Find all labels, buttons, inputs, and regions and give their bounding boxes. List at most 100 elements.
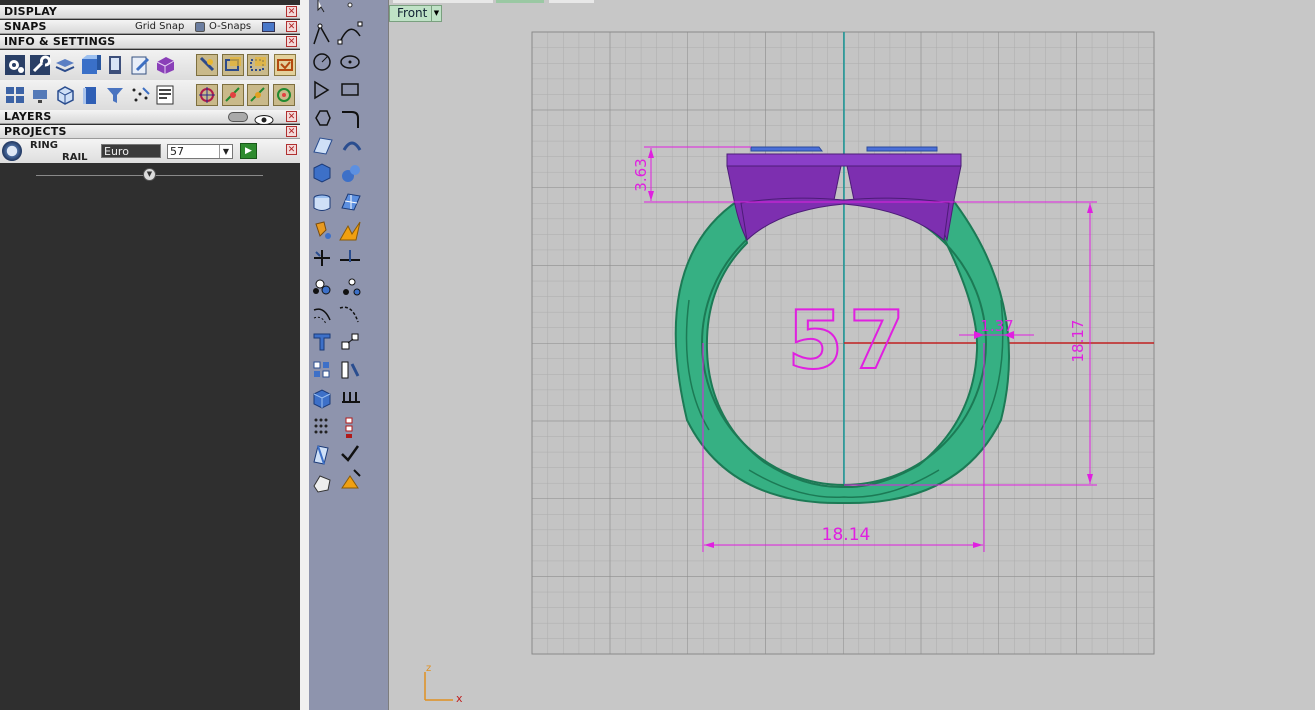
ring-icon[interactable] bbox=[2, 141, 22, 161]
control-points-icon[interactable] bbox=[345, 417, 353, 438]
trim-tool-icon[interactable] bbox=[314, 250, 330, 266]
snaps-title: SNAPS bbox=[4, 20, 47, 33]
point-cloud-icon[interactable] bbox=[129, 84, 151, 106]
window-select-icon[interactable] bbox=[222, 54, 244, 76]
split-tool-icon[interactable] bbox=[340, 250, 360, 262]
document-box-icon[interactable] bbox=[79, 54, 101, 76]
circle-tool-icon[interactable] bbox=[313, 53, 331, 71]
book-icon[interactable] bbox=[79, 84, 101, 106]
mirror-tool-icon[interactable] bbox=[341, 361, 360, 379]
surface-grid-icon[interactable] bbox=[341, 193, 361, 211]
solid-box-icon[interactable] bbox=[313, 389, 331, 409]
projects-header[interactable]: PROJECTS ✕ bbox=[0, 125, 300, 139]
osnaps-toggle[interactable]: O-Snaps bbox=[209, 20, 251, 34]
text-tool-icon[interactable] bbox=[313, 333, 331, 351]
render-cube-icon[interactable] bbox=[154, 54, 176, 76]
viewport-layout-icon[interactable] bbox=[4, 84, 26, 106]
rectangle-tool-icon[interactable] bbox=[341, 83, 359, 96]
check-icon[interactable] bbox=[341, 445, 360, 462]
tools-wrench-icon[interactable] bbox=[29, 54, 51, 76]
scale-tool-icon[interactable] bbox=[341, 333, 359, 350]
surface-plane-icon[interactable] bbox=[313, 137, 333, 155]
snap-info-icon[interactable] bbox=[262, 22, 275, 32]
layers-close-icon[interactable]: ✕ bbox=[286, 111, 297, 122]
settings-toolbar-row2 bbox=[0, 80, 300, 110]
bend-tool-icon[interactable] bbox=[342, 141, 362, 151]
info-header[interactable]: INFO & SETTINGS ✕ bbox=[0, 35, 300, 49]
axis-widget-icon: z x bbox=[424, 663, 463, 705]
point-icon[interactable] bbox=[347, 2, 353, 8]
apply-play-button[interactable]: ▶ bbox=[240, 143, 257, 159]
layer-toggle-icon[interactable] bbox=[228, 112, 248, 122]
ring-size-select[interactable]: 57 ▼ bbox=[167, 144, 233, 159]
settings-toolbar-row1 bbox=[0, 50, 300, 80]
dimension-inner-height-label: 18.17 bbox=[1069, 320, 1087, 363]
offset-curve-icon[interactable] bbox=[313, 308, 331, 325]
group-tool-icon[interactable] bbox=[313, 279, 331, 295]
sphere-solid-icon[interactable] bbox=[342, 165, 360, 182]
ring-size-value: 57 bbox=[170, 145, 184, 158]
ring-label: RING bbox=[30, 140, 58, 151]
layers-stack-icon[interactable] bbox=[54, 54, 76, 76]
info-title: INFO & SETTINGS bbox=[4, 35, 116, 48]
projects-close-icon[interactable]: ✕ bbox=[286, 126, 297, 137]
pipe-tool-icon[interactable] bbox=[313, 445, 329, 465]
grid-snap-toggle[interactable]: Grid Snap bbox=[135, 20, 184, 34]
properties-list-icon[interactable] bbox=[154, 84, 176, 106]
projects-title: PROJECTS bbox=[4, 125, 67, 138]
tool-icons bbox=[313, 0, 363, 493]
axis-x-label: x bbox=[456, 692, 463, 705]
snaps-close-icon[interactable]: ✕ bbox=[286, 21, 297, 32]
paint-bucket-icon[interactable] bbox=[341, 469, 361, 489]
info-close-icon[interactable]: ✕ bbox=[286, 36, 297, 47]
chevron-down-icon[interactable]: ▼ bbox=[219, 145, 232, 158]
gem-explode-icon[interactable] bbox=[315, 221, 331, 239]
notes-icon[interactable] bbox=[104, 54, 126, 76]
fillet-tool-icon[interactable] bbox=[342, 111, 359, 128]
snap-end-icon[interactable] bbox=[222, 84, 244, 106]
viewport-canvas: 57 3.63 1.37 18.17 18.14 z x bbox=[424, 31, 1155, 705]
prongs-tool-icon[interactable] bbox=[342, 392, 360, 403]
polyline-tool-icon[interactable] bbox=[313, 23, 330, 45]
snap-mid-icon[interactable] bbox=[247, 84, 269, 106]
display-close-icon[interactable]: ✕ bbox=[286, 6, 297, 17]
snaps-header[interactable]: SNAPS Grid Snap O-Snaps ✕ bbox=[0, 20, 300, 34]
layers-title: LAYERS bbox=[4, 110, 52, 123]
snap-point-icon[interactable] bbox=[196, 84, 218, 106]
axis-z-label: z bbox=[426, 663, 431, 674]
arc-tool-icon[interactable] bbox=[314, 80, 330, 100]
ring-size-text: 57 bbox=[787, 294, 910, 387]
edit-document-icon[interactable] bbox=[129, 54, 151, 76]
ungroup-tool-icon[interactable] bbox=[343, 278, 361, 296]
rebuild-curve-icon[interactable] bbox=[339, 306, 359, 323]
dimension-thickness-label: 1.37 bbox=[980, 317, 1013, 335]
snap-center-icon[interactable] bbox=[273, 84, 295, 106]
filter-funnel-icon[interactable] bbox=[104, 84, 126, 106]
points-grid-icon[interactable] bbox=[314, 418, 328, 434]
display-header[interactable]: DISPLAY ✕ bbox=[0, 5, 300, 19]
select-all-icon[interactable] bbox=[274, 54, 296, 76]
osnaps-icon[interactable] bbox=[195, 22, 205, 32]
panel-splitter-handle[interactable]: ▼ bbox=[143, 168, 156, 181]
boolean-spark-icon[interactable] bbox=[339, 221, 361, 241]
eye-icon[interactable] bbox=[253, 111, 275, 125]
box-solid-icon[interactable] bbox=[313, 163, 331, 183]
viewport-front[interactable]: Front ▼ 57 3.63 1.37 18.17 18.14 z x bbox=[388, 0, 1315, 710]
polygon-tool-icon[interactable] bbox=[315, 110, 331, 126]
array-tool-icon[interactable] bbox=[313, 361, 330, 378]
curve-tool-icon[interactable] bbox=[337, 21, 363, 45]
mesh-shape-icon[interactable] bbox=[313, 475, 331, 493]
left-panel: DISPLAY ✕ SNAPS Grid Snap O-Snaps ✕ INFO… bbox=[0, 0, 300, 710]
monitor-icon[interactable] bbox=[29, 84, 51, 106]
wireframe-cube-icon[interactable] bbox=[54, 84, 76, 106]
options-gear-icon[interactable] bbox=[4, 54, 26, 76]
ring-close-icon[interactable]: ✕ bbox=[286, 144, 297, 155]
layers-header[interactable]: LAYERS ✕ bbox=[0, 110, 300, 125]
select-filter-icon[interactable] bbox=[196, 54, 218, 76]
ring-standard-field[interactable]: Euro bbox=[101, 144, 161, 158]
ring-rail-row: RING RAIL Euro 57 ▼ ▶ ✕ bbox=[0, 139, 300, 163]
ellipse-tool-icon[interactable] bbox=[340, 55, 360, 69]
cylinder-solid-icon[interactable] bbox=[313, 194, 331, 211]
select-arrow-icon[interactable] bbox=[317, 0, 325, 13]
crossing-select-icon[interactable] bbox=[247, 54, 269, 76]
